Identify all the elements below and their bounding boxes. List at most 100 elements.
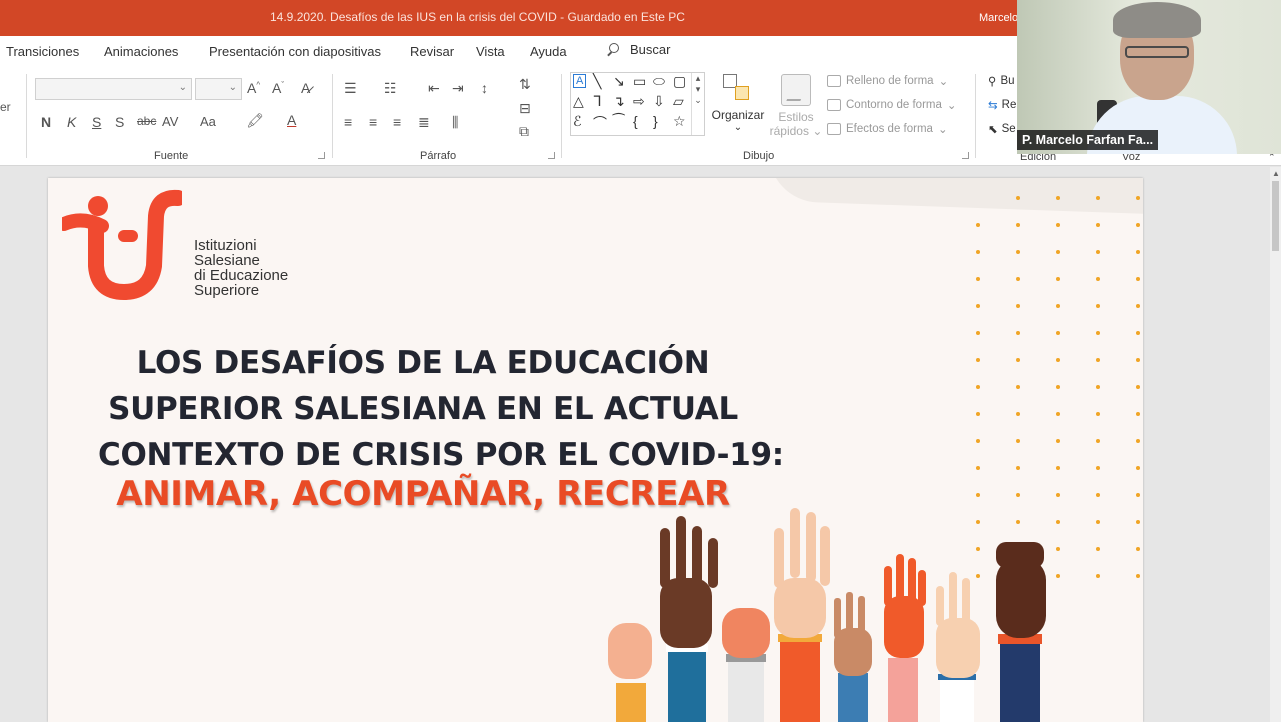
right-brace-shape-icon[interactable]: }	[653, 113, 658, 129]
bullets-icon[interactable]: ☰	[344, 80, 357, 97]
decorative-dot	[1136, 520, 1140, 524]
group-label-dibujo: Dibujo	[743, 150, 775, 162]
decorative-dot	[976, 466, 980, 470]
buscar-label: Bu	[1000, 75, 1015, 87]
elbow-arrow-icon[interactable]: ↴	[613, 93, 625, 110]
relleno-de-forma-button[interactable]: Relleno de forma ⌄	[827, 74, 948, 88]
fuente-launcher-icon[interactable]	[318, 152, 325, 159]
decorative-dot	[1136, 574, 1140, 578]
columns-icon[interactable]: ⫼	[452, 114, 458, 131]
spacing-button[interactable]: AV	[162, 114, 178, 129]
powerpoint-window: 14.9.2020. Desafíos de las IUS en la cri…	[0, 0, 1281, 722]
arrow-line-shape-icon[interactable]: ↘	[613, 73, 625, 90]
clear-format-icon[interactable]: A̷	[301, 80, 310, 96]
seleccionar-button[interactable]: ⬉ Se	[988, 122, 1016, 136]
outline-pen-icon	[827, 99, 841, 111]
decorative-dot	[1056, 412, 1060, 416]
contorno-de-forma-button[interactable]: Contorno de forma ⌄	[827, 98, 957, 112]
buscar-button[interactable]: ⚲ Bu	[988, 74, 1015, 88]
account-name[interactable]: Marcelo	[979, 12, 1018, 24]
bold-button[interactable]: N	[41, 114, 51, 130]
tab-animaciones[interactable]: Animaciones	[104, 44, 178, 59]
right-arrow-shape-icon[interactable]: ⇨	[633, 93, 645, 110]
text-direction-icon[interactable]: ⇅	[519, 76, 531, 93]
align-left-icon[interactable]: ≡	[344, 114, 352, 130]
reemplazar-button[interactable]: ⇆ Re	[988, 98, 1016, 112]
shapes-gallery-scroll[interactable]: ▴ ▾ ⌄	[691, 73, 704, 135]
star-shape-icon[interactable]: ☆	[673, 113, 686, 130]
decorative-dot	[976, 358, 980, 362]
change-case-button[interactable]: Aa	[200, 114, 216, 129]
decorative-dot	[1056, 439, 1060, 443]
scrollbar-thumb[interactable]	[1272, 181, 1279, 251]
rectangle-shape-icon[interactable]: ▭	[633, 73, 646, 90]
efectos-de-forma-button[interactable]: Efectos de forma ⌄	[827, 122, 948, 136]
parrafo-launcher-icon[interactable]	[548, 152, 555, 159]
decorative-dot	[1136, 277, 1140, 281]
group-separator	[975, 74, 976, 158]
align-right-icon[interactable]: ≡	[393, 114, 401, 130]
left-brace-shape-icon[interactable]: {	[633, 113, 638, 129]
triangle-shape-icon[interactable]: △	[573, 93, 584, 110]
align-center-icon[interactable]: ≡	[369, 114, 377, 130]
font-size-combo[interactable]: ⌄	[195, 78, 242, 100]
search-box[interactable]: Buscar	[606, 42, 670, 57]
down-arrow-shape-icon[interactable]: ⇩	[653, 93, 665, 110]
numbering-icon[interactable]: ☷	[384, 80, 397, 97]
decrease-indent-icon[interactable]: ⇤	[428, 80, 440, 97]
decorative-dot	[1056, 466, 1060, 470]
document-title: 14.9.2020. Desafíos de las IUS en la cri…	[270, 10, 685, 24]
rounded-rect-shape-icon[interactable]: ▢	[673, 73, 686, 90]
elbow-connector-icon[interactable]: ᒣ	[593, 93, 602, 110]
tab-presentacion[interactable]: Presentación con diapositivas	[209, 44, 381, 59]
tab-transiciones[interactable]: Transiciones	[6, 44, 79, 59]
vertical-scrollbar[interactable]: ▲	[1270, 167, 1281, 722]
underline-button[interactable]: S	[92, 114, 101, 130]
justify-icon[interactable]: ≣	[418, 114, 430, 131]
smartart-icon[interactable]: ⧉	[519, 123, 529, 140]
fill-bucket-icon	[827, 75, 841, 87]
shrink-font-icon[interactable]: Aˇ	[272, 80, 284, 96]
tab-revisar[interactable]: Revisar	[410, 44, 454, 59]
shadow-button[interactable]: S	[115, 114, 124, 130]
search-icon	[606, 42, 620, 57]
decorative-dot	[976, 304, 980, 308]
dibujo-launcher-icon[interactable]	[962, 152, 969, 159]
line-spacing-icon[interactable]: ↕	[481, 80, 488, 96]
freeform-shape-icon[interactable]: ℰ	[573, 113, 581, 130]
arc-shape-icon[interactable]: ⁀	[613, 113, 624, 130]
scroll-up-icon[interactable]: ▲	[1272, 169, 1280, 178]
tab-vista[interactable]: Vista	[476, 44, 505, 59]
decorative-dot	[976, 412, 980, 416]
participant-video-tile[interactable]: P. Marcelo Farfan Fa...	[1017, 0, 1281, 154]
line-shape-icon[interactable]: ╲	[593, 73, 601, 90]
seleccionar-label: Se	[1001, 123, 1016, 135]
decorative-dot	[1016, 250, 1020, 254]
oval-shape-icon[interactable]: ⬭	[653, 73, 665, 90]
group-separator	[26, 74, 27, 158]
raised-hands-illustration	[608, 508, 1046, 722]
decorative-dot	[1056, 385, 1060, 389]
highlight-icon[interactable]: 🖍	[246, 112, 264, 129]
strikethrough-button[interactable]: abc	[137, 114, 156, 128]
participant-hair	[1113, 2, 1201, 38]
increase-indent-icon[interactable]: ⇥	[452, 80, 464, 97]
decorative-dot	[1016, 304, 1020, 308]
slide-canvas[interactable]: Istituzioni Salesiane di Educazione Supe…	[48, 178, 1143, 722]
callout-shape-icon[interactable]: ▱	[673, 93, 684, 110]
tab-ayuda[interactable]: Ayuda	[530, 44, 567, 59]
font-family-combo[interactable]: ⌄	[35, 78, 192, 100]
organizar-button[interactable]: Organizar ⌄	[710, 74, 766, 133]
estilos-rapidos-button[interactable]: Estilos rápidos ⌄	[768, 74, 824, 138]
font-color-icon[interactable]: A	[287, 112, 296, 128]
textbox-shape-icon[interactable]: A	[573, 74, 587, 88]
align-text-icon[interactable]: ⊟	[519, 100, 531, 117]
curve-shape-icon[interactable]: ⌒	[593, 113, 607, 133]
decorative-dot	[1056, 250, 1060, 254]
italic-button[interactable]: K	[67, 114, 76, 130]
ius-logo-icon	[62, 189, 182, 301]
decorative-dot	[1136, 412, 1140, 416]
grow-font-icon[interactable]: A^	[247, 80, 260, 96]
shapes-gallery[interactable]: A ╲ ↘ ▭ ⬭ ▢ △ ᒣ ↴ ⇨ ⇩ ▱ ℰ ⌒ ⁀ { } ☆ ▴ ▾ ⌄	[570, 72, 705, 136]
decorative-dot	[1096, 304, 1100, 308]
